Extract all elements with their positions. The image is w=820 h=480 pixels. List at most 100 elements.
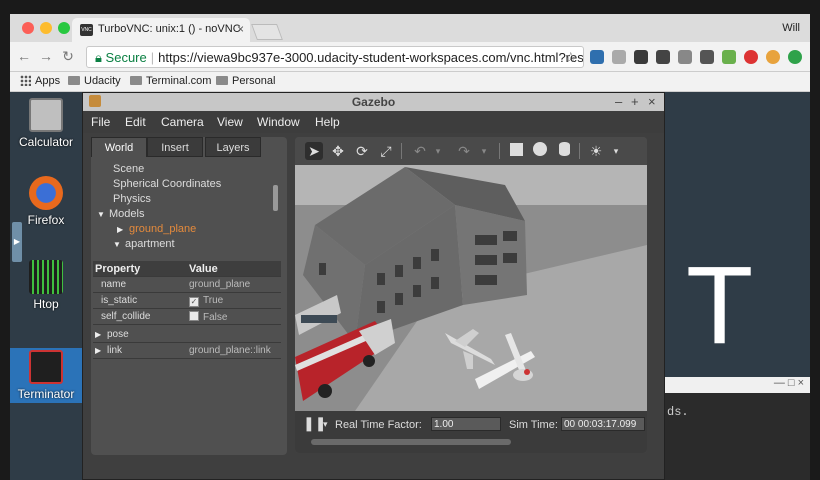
apps-grid-icon [20, 75, 31, 86]
firefox-icon [29, 176, 63, 210]
address-bar[interactable]: 🔒︎ Secure | https://viewa9bc937e-3000.udac… [86, 46, 584, 68]
select-arrow-icon[interactable]: ➤ [305, 142, 323, 160]
menu-help[interactable]: Help [315, 115, 340, 129]
is-static-checkbox[interactable]: ✓ [189, 297, 199, 307]
window-minimize-button[interactable] [40, 22, 52, 34]
tab-world[interactable]: World [91, 137, 147, 157]
extension-code-icon[interactable] [700, 50, 714, 64]
desktop-icon-calculator[interactable]: Calculator [10, 98, 82, 149]
step-dropdown-icon[interactable]: ▾ [323, 419, 328, 430]
extension-image-icon[interactable] [634, 50, 648, 64]
gazebo-menubar: File Edit Camera View Window Help [83, 111, 664, 133]
extension-r-icon[interactable] [612, 50, 626, 64]
tab-title: TurboVNC: unix:1 () - noVNC [98, 23, 241, 35]
scale-icon[interactable]: ⤢ [377, 142, 395, 160]
secure-label: Secure [105, 50, 147, 65]
expand-right-icon[interactable]: ▶ [117, 225, 129, 234]
gazebo-titlebar[interactable]: Gazebo – + × [83, 93, 664, 111]
background-window-controls[interactable]: — □ × [665, 377, 810, 393]
folder-icon [68, 76, 80, 85]
browser-window: VNC TurboVNC: unix:1 () - noVNC × Will ←… [10, 14, 810, 480]
undo-icon[interactable]: ↶ [411, 142, 429, 160]
extension-green-icon[interactable] [788, 50, 802, 64]
menu-window[interactable]: Window [257, 115, 300, 129]
tree-item-scene[interactable]: Scene [113, 163, 144, 175]
vnc-side-handle[interactable]: ▶ [12, 222, 22, 262]
reload-icon[interactable]: ↻ [60, 48, 76, 65]
property-row-link[interactable]: ▶ link ground_plane::link [93, 343, 281, 359]
undo-dropdown-icon[interactable]: ▾ [429, 142, 447, 160]
extension-cookie-icon[interactable] [766, 50, 780, 64]
tab-layers[interactable]: Layers [205, 137, 261, 157]
translate-icon[interactable]: ✥ [329, 142, 347, 160]
window-close-button[interactable] [22, 22, 34, 34]
gazebo-title: Gazebo [351, 95, 396, 109]
screen: VNC TurboVNC: unix:1 () - noVNC × Will ←… [0, 0, 820, 480]
tree-item-spherical-coordinates[interactable]: Spherical Coordinates [113, 178, 221, 190]
expand-down-icon[interactable]: ▼ [97, 210, 109, 219]
bookmark-personal[interactable]: Personal [216, 75, 275, 87]
extension-v-icon[interactable] [590, 50, 604, 64]
tree-item-ground-plane[interactable]: ▶ ground_plane [117, 223, 196, 235]
gazebo-close-icon[interactable]: × [648, 93, 656, 111]
rotate-icon[interactable]: ⟳ [353, 142, 371, 160]
bookmark-terminal[interactable]: Terminal.com [130, 75, 211, 87]
menu-file[interactable]: File [91, 115, 110, 129]
new-tab-button[interactable] [251, 24, 283, 40]
desktop-icon-terminator[interactable]: Terminator [10, 348, 82, 403]
menu-edit[interactable]: Edit [125, 115, 146, 129]
gazebo-minimize-icon[interactable]: – [615, 93, 622, 111]
world-tree: Scene Spherical Coordinates Physics ▼ Mod… [91, 157, 287, 257]
tab-close-icon[interactable]: × [237, 22, 244, 36]
expand-down-icon[interactable]: ▼ [113, 240, 125, 249]
menu-view[interactable]: View [217, 115, 243, 129]
property-row-self-collide[interactable]: self_collide False [93, 309, 281, 325]
extension-chat-icon[interactable] [656, 50, 670, 64]
world-panel: World Insert Layers Scene Spherical Coor… [91, 137, 287, 455]
cylinder-shape-icon[interactable] [555, 142, 573, 160]
tab-insert[interactable]: Insert [147, 137, 203, 157]
3d-viewport[interactable] [295, 165, 647, 411]
box-shape-icon[interactable] [507, 142, 525, 160]
forward-icon[interactable]: → [38, 48, 54, 64]
gazebo-maximize-icon[interactable]: + [631, 93, 639, 111]
redo-dropdown-icon[interactable]: ▾ [475, 142, 493, 160]
horizontal-scrollbar[interactable] [311, 439, 511, 445]
tree-scrollbar[interactable] [273, 185, 278, 211]
window-maximize-button[interactable] [58, 22, 70, 34]
back-icon[interactable]: ← [16, 48, 32, 64]
desktop-icon-htop[interactable]: Htop [10, 260, 82, 311]
property-row-pose[interactable]: ▶ pose [93, 327, 281, 343]
tree-item-models[interactable]: ▼ Models [97, 208, 144, 220]
properties-header: Property Value [93, 261, 281, 277]
vnc-desktop: Calculator Firefox Htop Terminator ▶ T Y… [10, 92, 810, 480]
terminal-icon [29, 350, 63, 384]
self-collide-checkbox[interactable] [189, 311, 199, 321]
expand-right-icon: ▶ [95, 346, 102, 355]
bookmark-star-icon[interactable]: ☆ [564, 49, 577, 66]
redo-icon[interactable]: ↷ [455, 142, 473, 160]
tree-item-apartment[interactable]: ▼ apartment [113, 238, 175, 250]
panel-tabs: World Insert Layers [91, 137, 287, 157]
extension-ext-icon[interactable] [678, 50, 692, 64]
property-row-is-static[interactable]: is_static ✓ True [93, 293, 281, 309]
address-toolbar: ← → ↻ 🔒︎ Secure | https://viewa9bc937e-300… [10, 42, 810, 72]
light-dropdown-icon[interactable]: ▾ [607, 142, 625, 160]
bookmark-udacity[interactable]: Udacity [68, 75, 121, 87]
sphere-shape-icon[interactable] [531, 142, 549, 160]
lock-icon: 🔒︎ [95, 50, 102, 65]
browser-tab[interactable]: VNC TurboVNC: unix:1 () - noVNC × [72, 18, 250, 42]
extension-red-icon[interactable] [744, 50, 758, 64]
property-row-name[interactable]: name ground_plane [93, 277, 281, 293]
menu-camera[interactable]: Camera [161, 115, 204, 129]
bookmark-apps[interactable]: Apps [20, 75, 60, 87]
desktop-icon-firefox[interactable]: Firefox [10, 176, 82, 227]
profile-name[interactable]: Will [782, 22, 800, 34]
sun-light-icon[interactable]: ☀ [587, 142, 605, 160]
bookmarks-bar: Apps Udacity Terminal.com Personal [10, 72, 810, 92]
status-bar: ❚❚ ▾ Real Time Factor: 1.00 Sim Time: 00… [295, 411, 647, 453]
gazebo-app-icon [89, 95, 101, 107]
extension-meter-icon[interactable] [722, 50, 736, 64]
tab-bar: VNC TurboVNC: unix:1 () - noVNC × Will [10, 14, 810, 42]
tree-item-physics[interactable]: Physics [113, 193, 151, 205]
